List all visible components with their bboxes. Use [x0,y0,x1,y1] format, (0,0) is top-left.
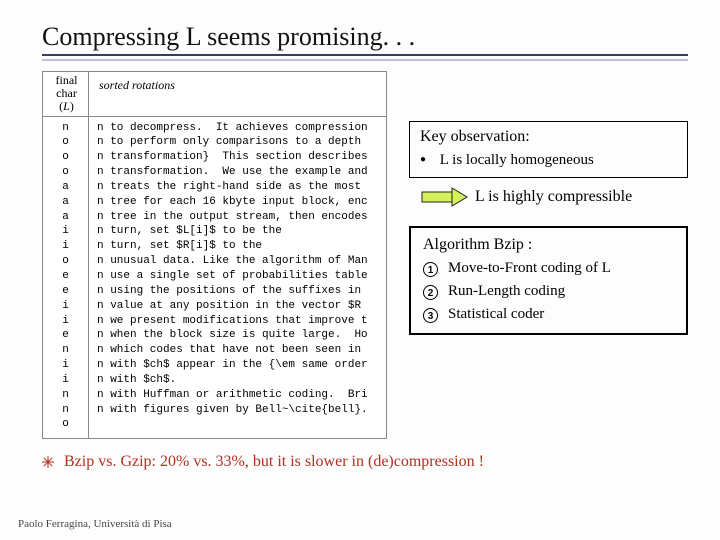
observation-bullet-text: L is locally homogeneous [440,152,594,168]
bwt-figure: final char (L) sorted rotations n o o o … [42,71,387,439]
algorithm-step-2: 2 Run-Length coding [423,283,674,300]
figure-head-l2: char [56,86,77,100]
circled-2-icon: 2 [423,285,438,300]
bullet-icon: ● [420,154,426,165]
figure-head-left: final char (L) [43,72,89,116]
bottom-remark: Bzip vs. Gzip: 20% vs. 33%, but it is sl… [42,453,688,471]
observation-bullet: ● L is locally homogeneous [420,152,677,169]
circled-1-icon: 1 [423,262,438,277]
arrow-icon [421,186,469,208]
implication-text: L is highly compressible [475,188,632,206]
sunburst-icon [42,456,54,468]
algorithm-step-2-text: Run-Length coding [448,283,565,300]
figure-rotations-column: n to decompress. It achieves compression… [89,117,386,439]
bottom-remark-text: Bzip vs. Gzip: 20% vs. 33%, but it is sl… [64,453,484,471]
observation-title: Key observation: [420,128,677,146]
circled-3-icon: 3 [423,308,438,323]
slide-title: Compressing L seems promising. . . [42,22,688,52]
figure-L-column: n o o o a a a i i o e e i i e n i i n n … [43,117,89,439]
figure-head-l1: final [56,73,78,87]
algorithm-step-1: 1 Move-to-Front coding of L [423,260,674,277]
footer-credit: Paolo Ferragina, Università di Pisa [18,518,172,530]
title-rule [42,54,688,61]
algorithm-step-1-text: Move-to-Front coding of L [448,260,611,277]
figure-head-right: sorted rotations [89,72,386,116]
observation-box: Key observation: ● L is locally homogene… [409,121,688,178]
algorithm-step-3: 3 Statistical coder [423,306,674,323]
algorithm-step-3-text: Statistical coder [448,306,544,323]
algorithm-title: Algorithm Bzip : [423,236,674,254]
implication-row: L is highly compressible [421,186,688,208]
algorithm-box: Algorithm Bzip : 1 Move-to-Front coding … [409,226,688,335]
